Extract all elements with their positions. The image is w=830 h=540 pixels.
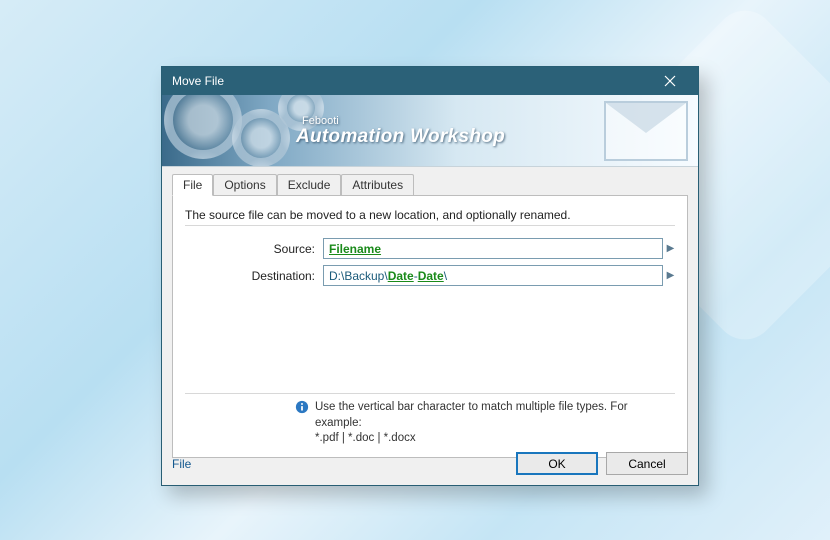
footer: File OK Cancel xyxy=(172,452,688,475)
tab-file[interactable]: File xyxy=(172,174,213,196)
source-variable: Filename xyxy=(329,242,381,256)
banner: Febooti Automation Workshop xyxy=(162,95,698,167)
info-icon xyxy=(295,400,309,414)
destination-var1: Date xyxy=(388,269,414,283)
ok-button[interactable]: OK xyxy=(516,452,598,475)
hint-area: Use the vertical bar character to match … xyxy=(185,393,675,447)
hint-line1: Use the vertical bar character to match … xyxy=(315,400,675,431)
source-row: Source: Filename ▶ xyxy=(185,238,675,259)
body-area: File Options Exclude Attributes The sour… xyxy=(162,167,698,466)
envelope-icon xyxy=(604,101,688,161)
banner-title: Automation Workshop xyxy=(296,127,505,146)
destination-suffix: \ xyxy=(444,269,447,283)
tab-panel-file: The source file can be moved to a new lo… xyxy=(172,195,688,458)
help-link[interactable]: File xyxy=(172,457,191,471)
destination-prefix: D:\Backup\ xyxy=(329,269,388,283)
gear-icon xyxy=(164,95,242,159)
destination-label: Destination: xyxy=(185,269,323,283)
hint-line2: *.pdf | *.doc | *.docx xyxy=(315,431,675,447)
source-expand-icon[interactable]: ▶ xyxy=(663,243,675,254)
cancel-button[interactable]: Cancel xyxy=(606,452,688,475)
tab-attributes[interactable]: Attributes xyxy=(341,174,414,196)
titlebar: Move File xyxy=(162,67,698,95)
window-title: Move File xyxy=(172,74,650,88)
move-file-dialog: Move File Febooti Automation Workshop Fi… xyxy=(161,66,699,486)
tab-strip: File Options Exclude Attributes xyxy=(172,174,688,196)
close-icon xyxy=(664,75,676,87)
close-button[interactable] xyxy=(650,69,690,93)
source-input[interactable]: Filename xyxy=(323,238,663,259)
tab-exclude[interactable]: Exclude xyxy=(277,174,342,196)
panel-description: The source file can be moved to a new lo… xyxy=(185,204,675,226)
tab-options[interactable]: Options xyxy=(213,174,276,196)
banner-text: Febooti Automation Workshop xyxy=(296,115,505,146)
source-label: Source: xyxy=(185,242,323,256)
destination-expand-icon[interactable]: ▶ xyxy=(663,270,675,281)
destination-input[interactable]: D:\Backup\Date-Date\ xyxy=(323,265,663,286)
destination-var2: Date xyxy=(418,269,444,283)
destination-row: Destination: D:\Backup\Date-Date\ ▶ xyxy=(185,265,675,286)
